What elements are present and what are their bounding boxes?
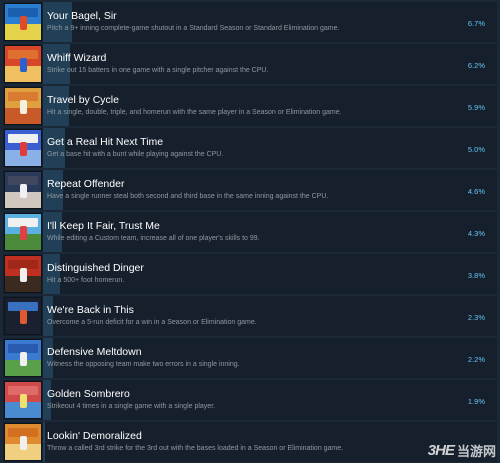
achievement-title: Golden Sombrero: [47, 388, 130, 400]
achievement-title: Get a Real Hit Next Time: [47, 136, 164, 148]
achievement-title: Your Bagel, Sir: [47, 10, 117, 22]
achievement-row[interactable]: Your Bagel, Sir Pitch a 9+ inning complet…: [3, 2, 497, 42]
progress-bar-fill: [43, 338, 53, 378]
unlock-percentage: 1.9%: [467, 397, 485, 406]
achievement-title: Repeat Offender: [47, 178, 125, 190]
achievement-description: Throw a called 3rd strike for the 3rd ou…: [47, 445, 344, 452]
achievement-description: Strike out 15 batters in one game with a…: [47, 67, 269, 74]
unlock-percentage: 4.3%: [467, 229, 485, 238]
unlock-percentage: 5.9%: [467, 103, 485, 112]
achievement-row[interactable]: Repeat Offender Have a single runner stea…: [3, 170, 497, 210]
achievement-row[interactable]: Travel by Cycle Hit a single, double, tri…: [3, 86, 497, 126]
achievement-description: Hit a 500+ foot homerun.: [47, 277, 125, 284]
achievement-icon: [4, 45, 42, 83]
unlock-percentage: 6.7%: [467, 19, 485, 28]
achievement-description: Hit a single, double, triple, and homeru…: [47, 109, 342, 116]
watermark-text: 当游网: [456, 444, 496, 459]
achievement-title: I'll Keep It Fair, Trust Me: [47, 220, 160, 232]
progress-bar-fill: [43, 128, 65, 168]
achievement-title: Whiff Wizard: [47, 52, 107, 64]
achievement-description: Witness the opposing team make two error…: [47, 361, 240, 368]
achievement-title: Distinguished Dinger: [47, 262, 144, 274]
achievement-description: Have a single runner steal both second a…: [47, 193, 329, 200]
achievement-icon: [4, 381, 42, 419]
achievement-icon: [4, 423, 42, 461]
achievement-row[interactable]: We're Back in This Overcome a 5-run defic…: [3, 296, 497, 336]
progress-bar-fill: [43, 86, 69, 126]
progress-bar-fill: [43, 212, 62, 252]
progress-bar-fill: [43, 422, 46, 462]
achievement-row[interactable]: Defensive Meltdown Witness the opposing t…: [3, 338, 497, 378]
achievement-row[interactable]: Distinguished Dinger Hit a 500+ foot home…: [3, 254, 497, 294]
achievement-icon: [4, 87, 42, 125]
achievement-description: Strikeout 4 times in a single game with …: [47, 403, 216, 410]
achievement-icon: [4, 339, 42, 377]
achievement-title: Travel by Cycle: [47, 94, 119, 106]
achievement-description: Overcome a 5-run deficit for a win in a …: [47, 319, 257, 326]
watermark-logo: 3HE: [427, 442, 455, 459]
achievement-icon: [4, 129, 42, 167]
achievement-icon: [4, 255, 42, 293]
progress-bar-fill: [43, 296, 54, 336]
achievement-description: Pitch a 9+ inning complete-game shutout …: [47, 25, 340, 32]
achievement-description: While editing a Custom team, increase al…: [47, 235, 260, 242]
achievement-title: Lookin' Demoralized: [47, 430, 142, 442]
unlock-percentage: 3.8%: [467, 271, 485, 280]
achievement-description: Get a base hit with a bunt while playing…: [47, 151, 224, 158]
unlock-percentage: 6.2%: [467, 61, 485, 70]
achievement-title: Defensive Meltdown: [47, 346, 142, 358]
unlock-percentage: 2.3%: [467, 313, 485, 322]
unlock-percentage: 2.2%: [467, 355, 485, 364]
achievement-icon: [4, 297, 42, 335]
achievement-list: Your Bagel, Sir Pitch a 9+ inning complet…: [0, 0, 500, 463]
progress-bar-fill: [43, 380, 52, 420]
progress-bar-fill: [43, 254, 60, 294]
achievement-row[interactable]: Golden Sombrero Strikeout 4 times in a si…: [3, 380, 497, 420]
achievement-row[interactable]: Get a Real Hit Next Time Get a base hit w…: [3, 128, 497, 168]
achievement-row[interactable]: I'll Keep It Fair, Trust Me While editing…: [3, 212, 497, 252]
watermark: 3HE 当游网: [428, 441, 496, 460]
achievement-icon: [4, 213, 42, 251]
unlock-percentage: 4.6%: [467, 187, 485, 196]
progress-bar-fill: [43, 170, 64, 210]
unlock-percentage: 5.0%: [467, 145, 485, 154]
progress-bar-fill: [43, 2, 73, 42]
achievement-title: We're Back in This: [47, 304, 134, 316]
achievement-row[interactable]: Lookin' Demoralized Throw a called 3rd st…: [3, 422, 497, 462]
achievement-icon: [4, 3, 42, 41]
achievement-icon: [4, 171, 42, 209]
progress-bar-fill: [43, 44, 71, 84]
achievement-row[interactable]: Whiff Wizard Strike out 15 batters in one…: [3, 44, 497, 84]
